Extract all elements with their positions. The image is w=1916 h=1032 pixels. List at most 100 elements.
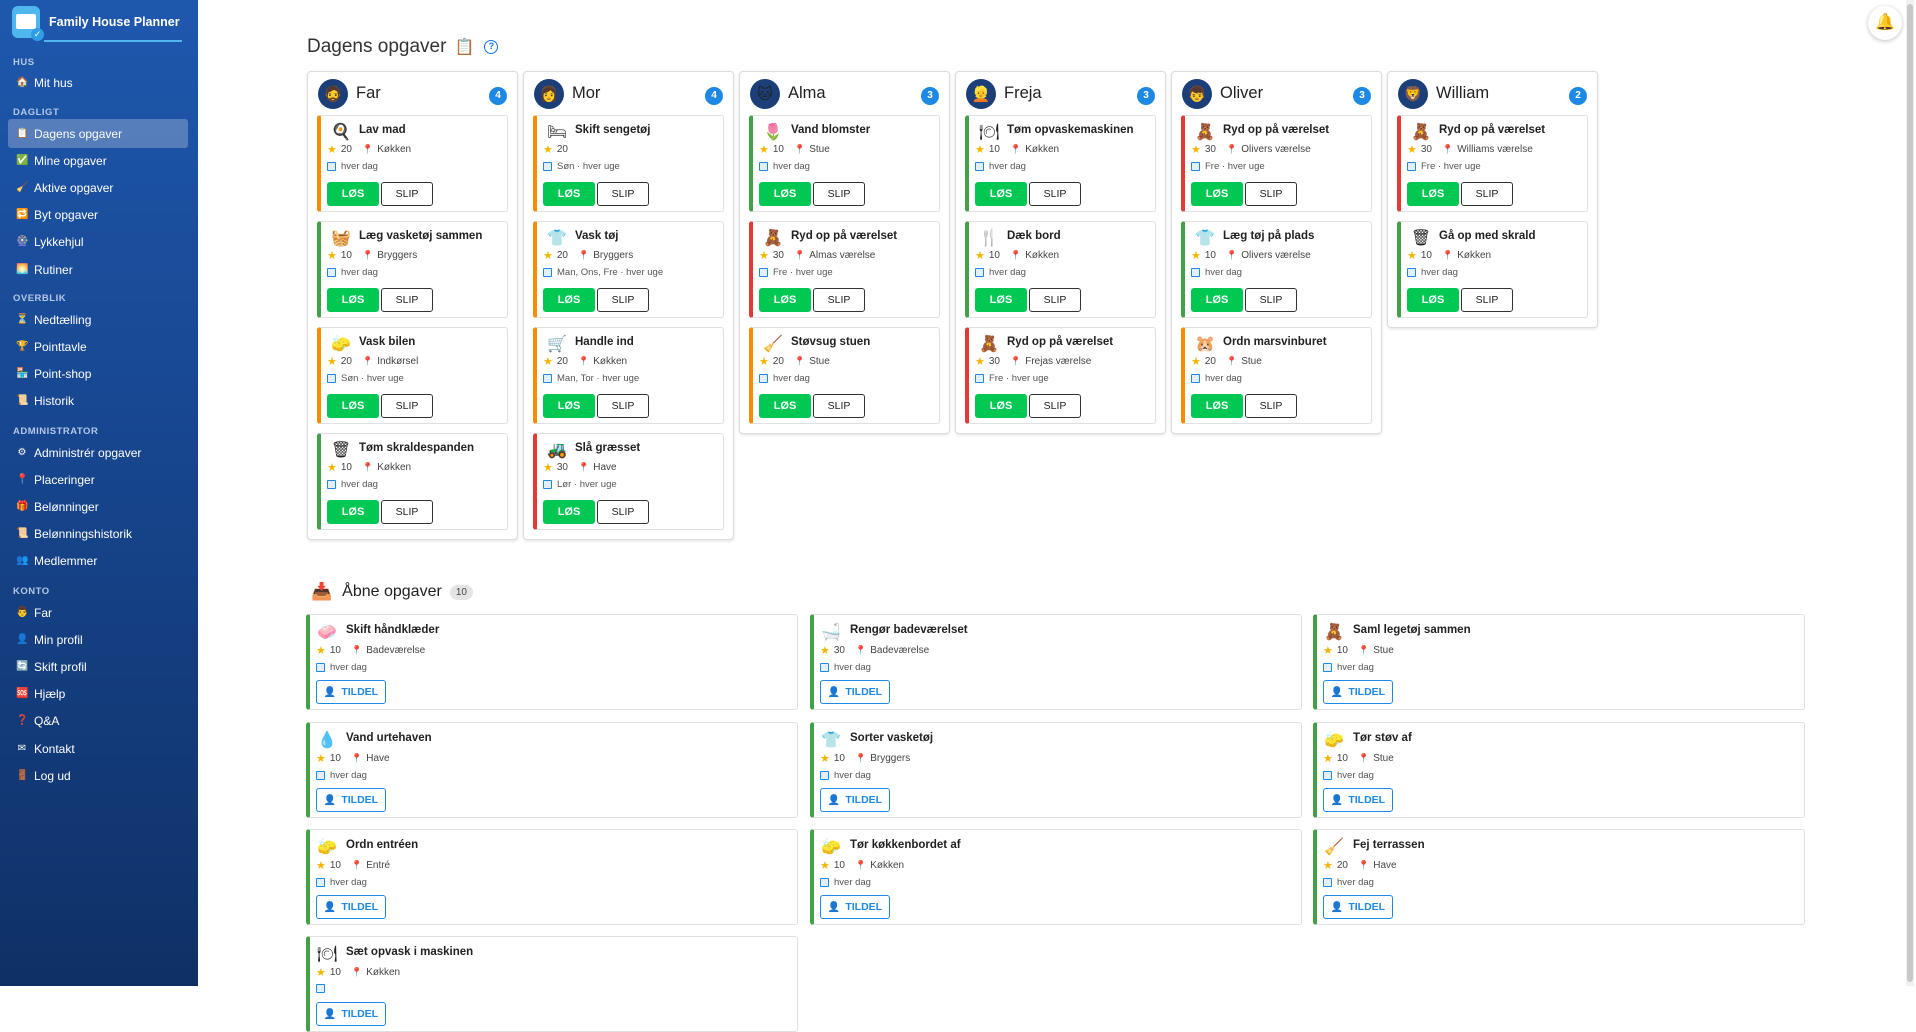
task-card[interactable]: 🍴 Dæk bord ★ 10 📍 Køkken hver dag LØS SLIP (965, 221, 1156, 318)
solve-button[interactable]: LØS (1191, 394, 1243, 418)
skip-button[interactable]: SLIP (381, 500, 433, 524)
task-card[interactable]: 🍽 Tøm opvaskemaskinen ★ 10 📍 Køkken hver dag LØ… (965, 115, 1156, 212)
open-task-card[interactable]: 💧 Vand urtehaven ★ 10 📍 Have hver dag 👤 TILDEL (306, 722, 798, 818)
sidebar-item-aktive-opgaver[interactable]: 🧹 Aktive opgaver (8, 173, 188, 202)
task-card[interactable]: 👕 Læg tøj på plads ★ 10 📍 Olivers værelse hver… (1181, 221, 1372, 318)
skip-button[interactable]: SLIP (1245, 288, 1297, 312)
brand[interactable]: Family House Planner (0, 0, 198, 44)
help-icon[interactable]: ? (484, 40, 499, 54)
assign-button[interactable]: 👤 TILDEL (316, 680, 386, 704)
skip-button[interactable]: SLIP (813, 394, 865, 418)
task-card[interactable]: 🚜 Slå græsset ★ 30 📍 Have Lør · hver uge LØS SLI… (533, 433, 724, 530)
sidebar-item-historik[interactable]: 📜 Historik (8, 387, 188, 416)
solve-button[interactable]: LØS (543, 394, 595, 418)
solve-button[interactable]: LØS (975, 182, 1027, 206)
sidebar-item-log-ud[interactable]: 🚪 Log ud (8, 761, 188, 790)
member-avatar[interactable]: 👦 (1182, 78, 1212, 109)
sidebar-item-bel-nninger[interactable]: 🎁 Belønninger (8, 492, 188, 521)
solve-button[interactable]: LØS (975, 288, 1027, 312)
sidebar-item-far[interactable]: 👨 Far (8, 598, 188, 627)
assign-button[interactable]: 👤 TILDEL (1323, 680, 1393, 704)
assign-button[interactable]: 👤 TILDEL (316, 788, 386, 812)
task-card[interactable]: 🛒 Handle ind ★ 20 📍 Køkken Man, Tor · hver uge… (533, 327, 724, 424)
open-task-card[interactable]: 🧽 Tør køkkenbordet af ★ 10 📍 Køkken hver dag 👤 T… (810, 829, 1302, 925)
task-card[interactable]: 🧹 Støvsug stuen ★ 20 📍 Stue hver dag LØS SLIP (749, 327, 940, 424)
open-task-card[interactable]: 🧽 Ordn entréen ★ 10 📍 Entré hver dag 👤 TILDEL (306, 829, 798, 925)
sidebar-item-min-profil[interactable]: 👤 Min profil (8, 625, 188, 654)
skip-button[interactable]: SLIP (1245, 182, 1297, 206)
sidebar-item-kontakt[interactable]: ✉ Kontakt (8, 734, 188, 763)
task-card[interactable]: 🐹 Ordn marsvinburet ★ 20 📍 Stue hver dag LØS SLI… (1181, 327, 1372, 424)
assign-button[interactable]: 👤 TILDEL (316, 1002, 386, 1026)
member-avatar[interactable]: 🐱 (750, 78, 780, 109)
open-task-card[interactable]: 🧽 Tør støv af ★ 10 📍 Stue hver dag 👤 TILDEL (1313, 722, 1805, 818)
sidebar-item-dagens-opgaver[interactable]: 📋 Dagens opgaver (8, 119, 188, 148)
sidebar-item-bel-nningshistorik[interactable]: 📜 Belønningshistorik (8, 520, 188, 549)
solve-button[interactable]: LØS (543, 288, 595, 312)
sidebar-item-nedt-lling[interactable]: ⏳ Nedtælling (8, 305, 188, 334)
member-avatar[interactable]: 👩 (534, 78, 564, 109)
skip-button[interactable]: SLIP (813, 182, 865, 206)
skip-button[interactable]: SLIP (1029, 394, 1081, 418)
solve-button[interactable]: LØS (327, 288, 379, 312)
sidebar-item-lykkehjul[interactable]: 🎡 Lykkehjul (8, 228, 188, 257)
scrollbar-thumb[interactable] (1907, 4, 1913, 982)
skip-button[interactable]: SLIP (597, 182, 649, 206)
page-scrollbar[interactable] (1906, 0, 1914, 986)
assign-button[interactable]: 👤 TILDEL (820, 680, 890, 704)
task-card[interactable]: 🗑 Gå op med skrald ★ 10 📍 Køkken hver dag LØS SL… (1397, 221, 1588, 318)
task-card[interactable]: 🗑 Tøm skraldespanden ★ 10 📍 Køkken hver dag LØS… (317, 433, 508, 530)
task-card[interactable]: 👕 Vask tøj ★ 20 📍 Bryggers Man, Ons, Fre · hve… (533, 221, 724, 318)
assign-button[interactable]: 👤 TILDEL (820, 895, 890, 919)
sidebar-item-administre-r-opgaver[interactable]: ⚙ Administrér opgaver (8, 438, 188, 467)
task-card[interactable]: 🧸 Ryd op på værelset ★ 30 📍 Frejas værelse Fre… (965, 327, 1156, 424)
member-avatar[interactable]: 🦁 (1398, 78, 1428, 109)
solve-button[interactable]: LØS (1407, 288, 1459, 312)
open-task-card[interactable]: 👕 Sorter vasketøj ★ 10 📍 Bryggers hver dag 👤 TIL… (810, 722, 1302, 818)
task-card[interactable]: 🧸 Ryd op på værelset ★ 30 📍 Almas værelse Fre … (749, 221, 940, 318)
task-card[interactable]: 🌷 Vand blomster ★ 10 📍 Stue hver dag LØS SLIP (749, 115, 940, 212)
sidebar-item-placeringer[interactable]: 📍 Placeringer (8, 465, 188, 494)
member-avatar[interactable]: 🧔 (318, 78, 348, 109)
assign-button[interactable]: 👤 TILDEL (820, 788, 890, 812)
skip-button[interactable]: SLIP (597, 500, 649, 524)
open-task-card[interactable]: 🧹 Fej terrassen ★ 20 📍 Have hver dag 👤 TILDEL (1313, 829, 1805, 925)
solve-button[interactable]: LØS (1191, 182, 1243, 206)
sidebar-item-pointtavle[interactable]: 🏆 Pointtavle (8, 332, 188, 361)
solve-button[interactable]: LØS (975, 394, 1027, 418)
solve-button[interactable]: LØS (759, 394, 811, 418)
skip-button[interactable]: SLIP (813, 288, 865, 312)
sidebar-item-hj-lp[interactable]: 🆘 Hjælp (8, 680, 188, 709)
open-task-card[interactable]: 🍽 Sæt opvask i maskinen ★ 10 📍 Køkken 👤 TILDEL (306, 936, 798, 1032)
skip-button[interactable]: SLIP (597, 288, 649, 312)
solve-button[interactable]: LØS (327, 394, 379, 418)
assign-button[interactable]: 👤 TILDEL (316, 895, 386, 919)
sidebar-item-skift-profil[interactable]: 🔄 Skift profil (8, 652, 188, 681)
sidebar-item-point-shop[interactable]: 🏪 Point-shop (8, 359, 188, 388)
sidebar-item-q-a[interactable]: ❓ Q&A (8, 707, 188, 736)
sidebar-item-medlemmer[interactable]: 👥 Medlemmer (8, 547, 188, 576)
solve-button[interactable]: LØS (543, 182, 595, 206)
skip-button[interactable]: SLIP (597, 394, 649, 418)
task-card[interactable]: 🧺 Læg vasketøj sammen ★ 10 📍 Bryggers hver dag… (317, 221, 508, 318)
solve-button[interactable]: LØS (327, 182, 379, 206)
task-card[interactable]: 🍳 Lav mad ★ 20 📍 Køkken hver dag LØS SLIP (317, 115, 508, 212)
skip-button[interactable]: SLIP (381, 288, 433, 312)
notifications-bell-icon[interactable]: 🔔 (1868, 6, 1902, 40)
solve-button[interactable]: LØS (1407, 182, 1459, 206)
skip-button[interactable]: SLIP (1461, 288, 1513, 312)
task-card[interactable]: 🧽 Vask bilen ★ 20 📍 Indkørsel Søn · hver uge LØ… (317, 327, 508, 424)
sidebar-item-byt-opgaver[interactable]: 🔁 Byt opgaver (8, 201, 188, 230)
solve-button[interactable]: LØS (327, 500, 379, 524)
solve-button[interactable]: LØS (759, 288, 811, 312)
skip-button[interactable]: SLIP (1029, 288, 1081, 312)
sidebar-item-mine-opgaver[interactable]: ✅ Mine opgaver (8, 146, 188, 175)
open-task-card[interactable]: 🧸 Saml legetøj sammen ★ 10 📍 Stue hver dag 👤 TIL… (1313, 614, 1805, 710)
open-task-card[interactable]: 🛁 Rengør badeværelset ★ 30 📍 Badeværelse hver … (810, 614, 1302, 710)
assign-button[interactable]: 👤 TILDEL (1323, 895, 1393, 919)
task-card[interactable]: 🛏 Skift sengetøj ★ 20 Søn · hver uge LØS SLIP (533, 115, 724, 212)
assign-button[interactable]: 👤 TILDEL (1323, 788, 1393, 812)
skip-button[interactable]: SLIP (1461, 182, 1513, 206)
task-card[interactable]: 🧸 Ryd op på værelset ★ 30 📍 Williams værelse F… (1397, 115, 1588, 212)
skip-button[interactable]: SLIP (1245, 394, 1297, 418)
